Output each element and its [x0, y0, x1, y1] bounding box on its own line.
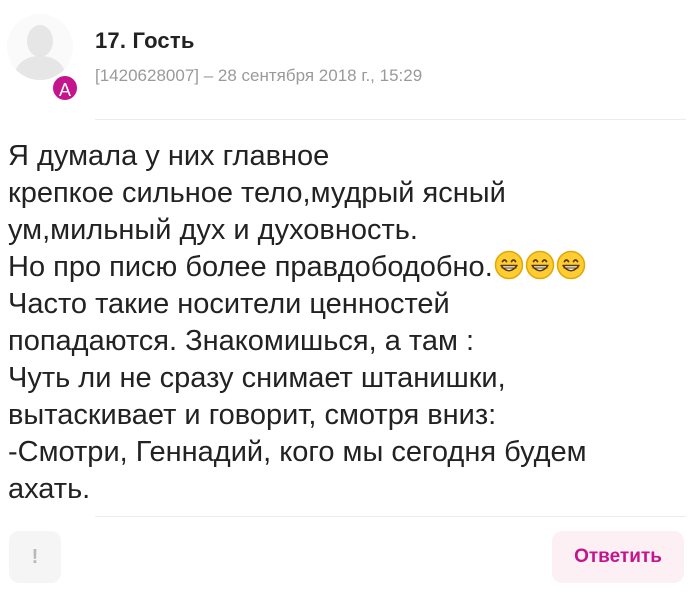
comment-line: крепкое сильное тело,мудрый ясный	[8, 177, 506, 209]
comment-line: Я думала у них главное	[8, 140, 330, 172]
guest-badge: А	[51, 74, 79, 102]
comment-line: ахать.	[8, 473, 91, 505]
comment-line: Часто такие носители ценностей	[8, 288, 450, 320]
comment-line: Чуть ли не сразу снимает штанишки,	[8, 362, 506, 394]
comment-line: попадаются. Знакомишься, а там :	[8, 325, 475, 357]
avatar[interactable]: А	[7, 14, 79, 102]
comment-line: -Смотри, Геннадий, кого мы сегодня будем	[8, 436, 587, 468]
comment-line-with-emoji: Но про писю более правдободобно.	[8, 249, 688, 286]
avatar-silhouette-icon	[7, 14, 73, 80]
comment-line: вытаскивает и говорит, смотря вниз:	[8, 399, 497, 431]
reply-button[interactable]: Ответить	[552, 531, 684, 583]
comment-line: ум,мильный дух и духовность.	[8, 214, 418, 246]
divider	[95, 119, 686, 120]
emoji-group	[493, 250, 586, 283]
comment-card: А 17. Гость [1420628007] – 28 сентября 2…	[0, 0, 700, 599]
comment-meta: [1420628007] – 28 сентября 2018 г., 15:2…	[95, 66, 423, 85]
report-button[interactable]: !	[9, 531, 61, 583]
author-name: 17. Гость	[95, 28, 195, 53]
comment-body: Я думала у них главное крепкое сильное т…	[8, 138, 688, 508]
grinning-face-icon	[525, 250, 554, 280]
grinning-face-icon	[556, 250, 585, 280]
grinning-face-icon	[494, 250, 523, 280]
divider	[95, 516, 686, 517]
comment-line-text: Но про писю более правдободобно.	[8, 251, 493, 283]
